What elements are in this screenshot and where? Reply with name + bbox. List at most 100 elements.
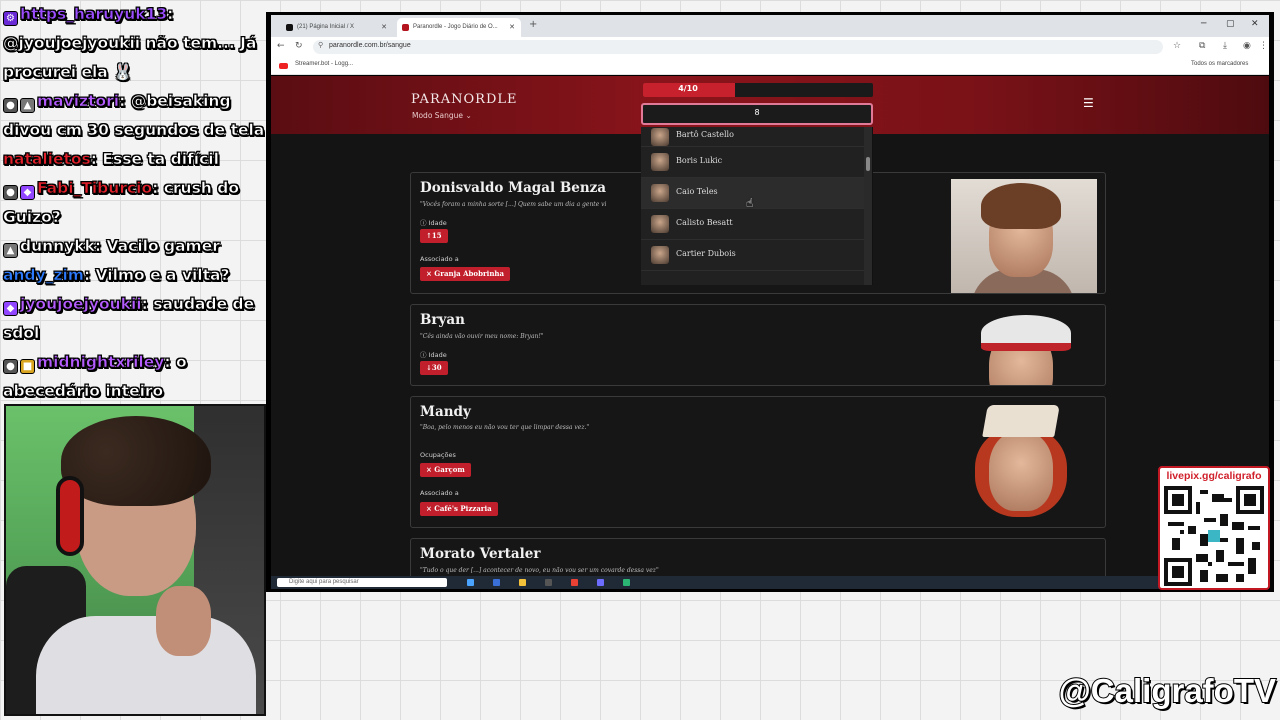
paranordle-page: PARANORDLE Modo Sangue ⌄ 4/10 8 ☰ Donisv… xyxy=(271,76,1269,576)
close-icon[interactable]: ✕ xyxy=(381,23,387,31)
attempts-progress: 4/10 xyxy=(643,83,873,97)
dropdown-scrollbar[interactable] xyxy=(864,127,872,285)
taskbar-search-input[interactable]: Digite aqui para pesquisar xyxy=(277,578,447,587)
info-icon: ⓘ xyxy=(420,219,429,227)
suggestion-item[interactable]: Boris Lukic xyxy=(641,147,872,178)
suggestion-item[interactable]: Caio Teles xyxy=(641,178,872,209)
assoc-label: Associado a xyxy=(420,489,459,497)
hamburger-menu-icon[interactable]: ☰ xyxy=(1083,96,1094,110)
minimize-icon[interactable]: ─ xyxy=(1201,19,1206,29)
chat-text: Esse ta difícil xyxy=(102,150,219,169)
youtube-icon[interactable] xyxy=(279,63,288,69)
chat-badge-icon: ◆ xyxy=(20,185,35,200)
guess-card: Mandy "Boa, pelo menos eu não vou ter qu… xyxy=(410,396,1106,528)
chat-message: ● ◆ Fabi_Tiburcio: crush do Guizo? xyxy=(3,179,240,227)
paranordle-favicon-icon xyxy=(402,24,409,31)
bookmark-all[interactable]: Todos os marcadores xyxy=(1191,61,1248,67)
character-search-input[interactable]: 8 xyxy=(641,103,873,125)
occupation-chip: × Garçom xyxy=(420,463,471,477)
tab-paranordle[interactable]: Paranordle - Jogo Diário de O... ✕ xyxy=(397,18,521,37)
suggestion-label: Boris Lukic xyxy=(676,156,723,165)
suggestion-avatar xyxy=(651,128,669,146)
suggestion-avatar xyxy=(651,246,669,264)
chat-username: midnightxriley xyxy=(37,353,165,372)
site-info-icon[interactable]: ⚲ xyxy=(318,41,323,49)
bookmark-star-icon[interactable]: ☆ xyxy=(1173,41,1181,51)
chat-username: https_haruyuk13 xyxy=(20,5,168,24)
portrait-cap xyxy=(981,315,1071,351)
chat-badge-icon: ● xyxy=(3,98,18,113)
assoc-chip: × Granja Abobrinha xyxy=(420,267,511,281)
suggestion-label: Caio Teles xyxy=(676,187,718,196)
profile-icon[interactable]: ◉ xyxy=(1243,41,1251,51)
progress-label: 4/10 xyxy=(678,84,698,93)
chat-username: Fabi_Tiburcio xyxy=(37,179,153,198)
close-icon[interactable]: ✕ xyxy=(509,23,515,31)
card-name: Mandy xyxy=(420,404,471,420)
download-icon[interactable]: ⤓ xyxy=(1223,41,1227,51)
app-icon[interactable] xyxy=(597,579,604,586)
extensions-icon[interactable]: ⧉ xyxy=(1199,41,1205,51)
card-name: Bryan xyxy=(420,312,465,328)
qr-code-icon xyxy=(1164,486,1264,586)
chat-badge-icon: ● xyxy=(3,185,18,200)
guess-card: Morato Vertaler "Tudo o que der [...] ac… xyxy=(410,538,1106,576)
tab-bar: (21) Página Inicial / X ✕ Paranordle - J… xyxy=(271,15,1269,37)
site-logo[interactable]: PARANORDLE xyxy=(411,92,517,107)
address-bar: ← ↻ ⚲ paranordle.com.br/sangue ☆ ⧉ ⤓ ◉ ⋮ xyxy=(271,37,1269,57)
bookmarks-bar: Streamer.bot - Logg... Todos os marcador… xyxy=(271,57,1269,75)
reload-icon[interactable]: ↻ xyxy=(295,41,303,51)
folder-icon[interactable] xyxy=(519,579,526,586)
card-name: Morato Vertaler xyxy=(420,546,541,562)
bookmark-streamerbot[interactable]: Streamer.bot - Logg... xyxy=(295,61,353,67)
livepix-url: livepix.gg/caligrafo xyxy=(1166,470,1262,482)
chat-username: dunnykk xyxy=(20,237,96,256)
chat-badge-icon: ▲ xyxy=(3,243,18,258)
character-portrait xyxy=(951,403,1097,521)
tab-home[interactable]: (21) Página Inicial / X ✕ xyxy=(281,18,393,37)
tab-label: (21) Página Inicial / X xyxy=(297,24,355,30)
obs-icon[interactable] xyxy=(545,579,552,586)
chat-message: andy_zim: Vilmo e a vilta? xyxy=(3,266,230,285)
suggestion-item[interactable]: Calisto Besatt xyxy=(641,209,872,240)
card-quote: "Tudo o que der [...] acontecer de novo,… xyxy=(420,567,659,574)
webcam-person-hand xyxy=(156,586,211,656)
browser-window: (21) Página Inicial / X ✕ Paranordle - J… xyxy=(266,12,1274,592)
app-icon[interactable] xyxy=(623,579,630,586)
task-view-icon[interactable] xyxy=(467,579,474,586)
mode-label: Modo Sangue xyxy=(412,111,464,120)
chevron-down-icon: ⌄ xyxy=(465,111,472,120)
tab-label: Paranordle - Jogo Diário de O... xyxy=(413,24,498,30)
card-name: Donisvaldo Magal Benza xyxy=(420,180,607,196)
window-close-icon[interactable]: ✕ xyxy=(1251,19,1259,29)
card-quote: "Vocês foram a minha sorte [...] Quem sa… xyxy=(420,201,607,208)
chat-message: ● ■ midnightxriley: o abecedário inteiro xyxy=(3,353,187,400)
suggestion-label: Calisto Besatt xyxy=(676,218,733,227)
url-input[interactable]: ⚲ paranordle.com.br/sangue xyxy=(313,40,1163,54)
guess-card: Bryan "Cês ainda vão ouvir meu nome: Bry… xyxy=(410,304,1106,386)
new-tab-icon[interactable]: + xyxy=(529,19,537,30)
suggestion-item[interactable]: Cartier Dubois xyxy=(641,240,872,271)
chat-message: @jyoujoejyoukii não tem... Já procurei e… xyxy=(3,29,265,87)
back-icon[interactable]: ← xyxy=(277,41,285,51)
chat-username: natalietos xyxy=(3,150,91,169)
menu-dots-icon[interactable]: ⋮ xyxy=(1259,41,1268,51)
age-label: Idade xyxy=(428,219,447,227)
chat-badge-icon: ▲ xyxy=(20,98,35,113)
suggestion-item[interactable]: Bartô Castello xyxy=(641,127,872,147)
search-suggestions-dropdown: Bartô Castello Boris Lukic Caio Teles Ca… xyxy=(641,127,873,285)
maximize-icon[interactable]: ▢ xyxy=(1226,19,1235,29)
age-chip: ↑15 xyxy=(420,229,448,243)
livepix-qr-panel: livepix.gg/caligrafo xyxy=(1158,466,1270,590)
portrait-hair xyxy=(981,183,1061,229)
chat-message: ⚙ https_haruyuk13: xyxy=(3,0,265,29)
mode-selector[interactable]: Modo Sangue ⌄ xyxy=(412,111,472,120)
card-label: ⓘ Idade xyxy=(420,349,447,359)
scrollbar-thumb[interactable] xyxy=(866,157,870,171)
edge-icon[interactable] xyxy=(493,579,500,586)
chat-message: ● ▲ maviztori: @beisaking divou cm 30 segu… xyxy=(3,92,265,140)
chat-message: ▲ dunnykk: Vacilo gamer xyxy=(3,232,265,261)
info-icon: ⓘ xyxy=(420,351,429,359)
chrome-icon[interactable] xyxy=(571,579,578,586)
assoc-label: Associado a xyxy=(420,255,459,263)
